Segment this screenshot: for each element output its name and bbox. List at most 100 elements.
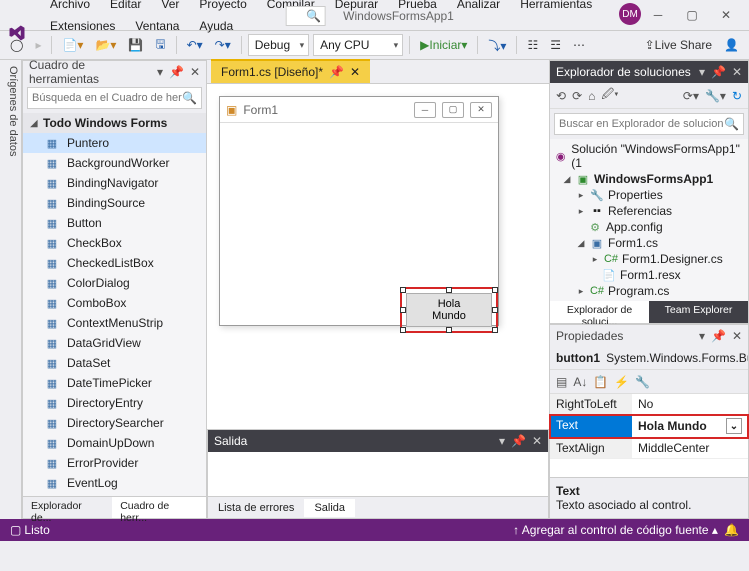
selection-outline[interactable]: Hola Mundo (400, 287, 498, 333)
categorized-icon[interactable]: ▤ (556, 375, 567, 389)
solution-search-input[interactable] (559, 118, 724, 130)
form-preview[interactable]: ▣ Form1 ─ ▢ ✕ Hola Mundo (219, 96, 499, 326)
tree-references[interactable]: Referencias (608, 204, 672, 218)
toolbox-item-checkedlistbox[interactable]: ▦CheckedListBox (23, 253, 206, 273)
feedback-button[interactable]: 👤 (720, 36, 743, 54)
solution-tree[interactable]: ◉Solución "WindowsFormsApp1" (1 ◢▣Window… (550, 139, 748, 301)
property-value[interactable]: No (632, 394, 748, 414)
menu-editar[interactable]: Editar (100, 0, 151, 15)
pin-icon[interactable]: 📌 (329, 65, 344, 79)
toolbox-item-combobox[interactable]: ▦ComboBox (23, 293, 206, 313)
toolbox-item-button[interactable]: ▦Button (23, 213, 206, 233)
quick-launch-search[interactable]: 🔍 (285, 6, 325, 26)
toolbox-item-domainupdown[interactable]: ▦DomainUpDown (23, 433, 206, 453)
toolbox-item-dataset[interactable]: ▦DataSet (23, 353, 206, 373)
align-button[interactable]: ☷ (523, 36, 542, 54)
undo-button[interactable]: ↶▾ (183, 36, 207, 54)
property-value[interactable]: Hola Mundo (632, 415, 748, 437)
save-all-button[interactable]: 🖫 (151, 33, 169, 58)
home-icon[interactable]: ⟲ (556, 89, 566, 103)
document-tab[interactable]: Form1.cs [Diseño]* 📌 ✕ (211, 59, 370, 83)
menu-herramientas[interactable]: Herramientas (510, 0, 602, 15)
redo-button[interactable]: ↷▾ (211, 36, 235, 54)
project-label[interactable]: WindowsFormsApp1 (594, 172, 713, 186)
sync-icon[interactable]: ⟳▾ (683, 89, 699, 103)
dropdown-icon[interactable]: ▾ (157, 65, 163, 79)
refresh-icon[interactable]: ↻ (732, 89, 742, 103)
toolbox-item-datagridview[interactable]: ▦DataGridView (23, 333, 206, 353)
user-avatar[interactable]: DM (619, 3, 641, 25)
tab-team-explorer[interactable]: Team Explorer (649, 301, 748, 323)
tree-properties[interactable]: Properties (608, 188, 663, 202)
close-icon[interactable]: ✕ (732, 329, 742, 343)
config-combo[interactable]: Debug (248, 34, 309, 56)
side-tab-datasources[interactable]: Orígenes de datos (0, 60, 22, 519)
open-button[interactable]: 📂▾ (91, 36, 120, 54)
menu-archivo[interactable]: Archivo (40, 0, 100, 15)
toolbox-item-puntero[interactable]: ▦Puntero (23, 133, 206, 153)
form-designer[interactable]: ▣ Form1 ─ ▢ ✕ Hola Mundo (207, 84, 549, 429)
wrench-icon[interactable]: 🔧 (635, 375, 650, 389)
props-icon[interactable]: 📋 (593, 375, 608, 389)
navigate-fwd-button[interactable]: ▸ (31, 36, 45, 54)
dropdown-icon[interactable]: ▾ (499, 434, 505, 448)
close-icon[interactable]: ✕ (532, 434, 542, 448)
pin-icon[interactable]: 📌 (711, 329, 726, 343)
toolbox-item-errorprovider[interactable]: ▦ErrorProvider (23, 453, 206, 473)
tool-icon[interactable]: 🔧▾ (705, 89, 726, 103)
close-icon[interactable]: ✕ (350, 65, 360, 79)
tab-server-explorer[interactable]: Explorador de... (23, 497, 112, 518)
toolbox-search-input[interactable] (32, 92, 182, 104)
toolbox-search[interactable]: 🔍 (27, 87, 202, 109)
toolbox-item-bindingnavigator[interactable]: ▦BindingNavigator (23, 173, 206, 193)
menu-extensiones[interactable]: Extensiones (40, 15, 125, 37)
tree-appconfig[interactable]: App.config (606, 220, 663, 234)
solution-root-label[interactable]: Solución "WindowsFormsApp1" (1 (571, 142, 744, 170)
tree-designer[interactable]: Form1.Designer.cs (622, 252, 723, 266)
dropdown-icon[interactable]: ▾ (699, 329, 705, 343)
menu-proyecto[interactable]: Proyecto (189, 0, 256, 15)
menu-ayuda[interactable]: Ayuda (189, 15, 243, 37)
layout-button[interactable]: ☲ (546, 36, 565, 54)
toolbox-item-checkbox[interactable]: ▦CheckBox (23, 233, 206, 253)
property-value[interactable]: MiddleCenter (632, 438, 748, 458)
home-icon[interactable]: ⌂ (588, 89, 595, 103)
property-row-righttoleft[interactable]: RightToLeftNo (550, 394, 748, 415)
toolbox-item-contextmenustrip[interactable]: ▦ContextMenuStrip (23, 313, 206, 333)
menu-ver[interactable]: Ver (151, 0, 189, 15)
maximize-button[interactable]: ▢ (675, 3, 709, 27)
save-button[interactable]: 💾 (124, 36, 147, 54)
home-icon[interactable]: ⟳ (572, 89, 582, 103)
toolbox-group-header[interactable]: ◢Todo Windows Forms (23, 113, 206, 133)
minimize-button[interactable]: ─ (641, 3, 675, 27)
notifications-icon[interactable]: 🔔 (724, 523, 739, 537)
alpha-icon[interactable]: A↓ (573, 375, 587, 389)
dropdown-icon[interactable]: ▾ (699, 65, 705, 79)
start-button[interactable]: ▶ Iniciar ▾ (416, 36, 471, 54)
pin-icon[interactable]: 📌 (169, 65, 184, 79)
toolbox-item-directorysearcher[interactable]: ▦DirectorySearcher (23, 413, 206, 433)
solution-search[interactable]: 🔍 (554, 113, 744, 135)
tab-toolbox[interactable]: Cuadro de herr... (112, 497, 206, 518)
more-button[interactable]: ⋯ (569, 36, 589, 54)
close-button[interactable]: ✕ (709, 3, 743, 27)
properties-object[interactable]: button1 System.Windows.Forms.But (550, 347, 748, 370)
toolbox-item-bindingsource[interactable]: ▦BindingSource (23, 193, 206, 213)
tree-form[interactable]: Form1.cs (608, 236, 658, 250)
new-project-button[interactable]: 📄▾ (58, 36, 87, 54)
toolbox-item-datetimepicker[interactable]: ▦DateTimePicker (23, 373, 206, 393)
designer-button[interactable]: Hola Mundo (406, 293, 492, 327)
toolbox-item-directoryentry[interactable]: ▦DirectoryEntry (23, 393, 206, 413)
tool-icon[interactable]: 🖉▾ (601, 85, 618, 106)
property-row-textalign[interactable]: TextAlignMiddleCenter (550, 438, 748, 459)
toolbox-item-colordialog[interactable]: ▦ColorDialog (23, 273, 206, 293)
source-control-button[interactable]: ↑ Agregar al control de código fuente ▴ (513, 523, 718, 537)
tab-output[interactable]: Salida (304, 499, 355, 517)
pin-icon[interactable]: 📌 (511, 434, 526, 448)
tree-resx[interactable]: Form1.resx (620, 268, 681, 282)
close-icon[interactable]: ✕ (732, 65, 742, 79)
events-icon[interactable]: ⚡ (614, 375, 629, 389)
step-button[interactable]: ⤵▾ (484, 35, 510, 56)
tree-program[interactable]: Program.cs (608, 284, 669, 298)
property-row-text[interactable]: TextHola Mundo (550, 415, 748, 438)
